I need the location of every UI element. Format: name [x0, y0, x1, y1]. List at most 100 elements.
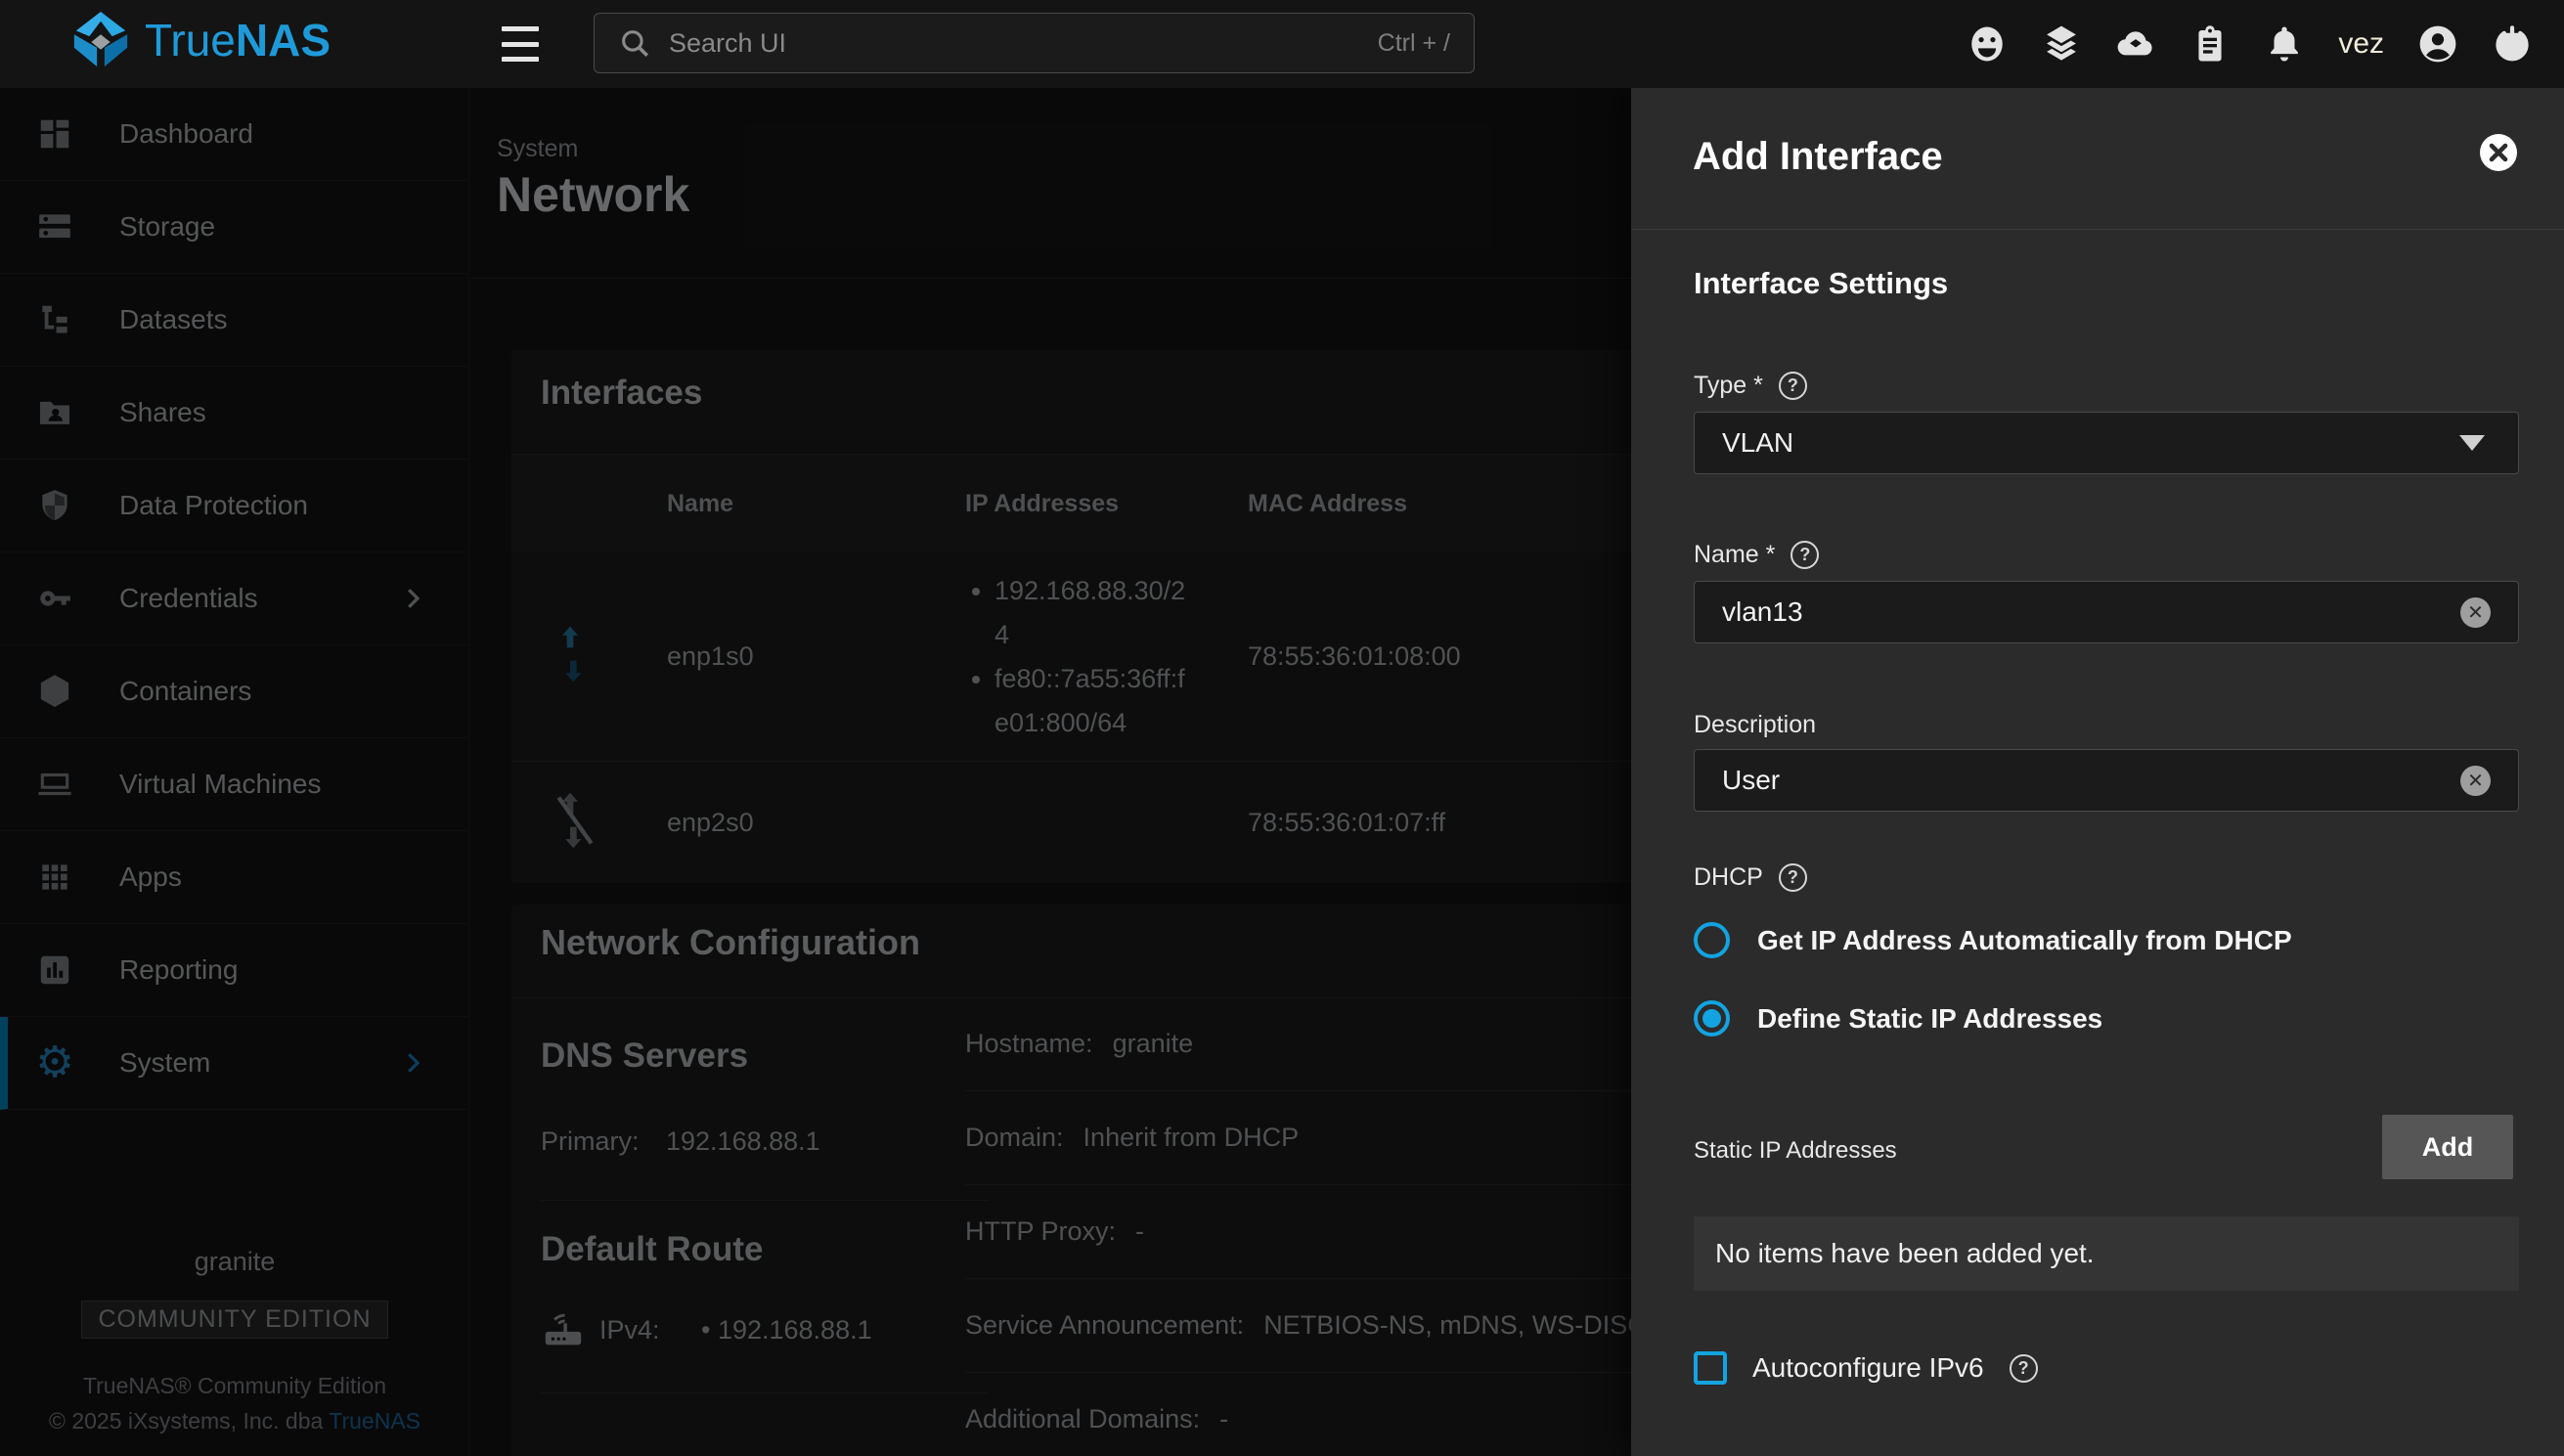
panel-title: Add Interface [1693, 135, 1943, 179]
user-avatar-icon[interactable] [2415, 22, 2460, 66]
type-help-icon[interactable]: ? [1779, 372, 1807, 400]
menu-toggle-icon[interactable] [502, 26, 545, 62]
dns-servers-heading: DNS Servers [541, 1037, 989, 1076]
dhcp-help-icon[interactable]: ? [1779, 863, 1807, 892]
storage-icon [35, 207, 74, 246]
sidebar-item-reporting[interactable]: Reporting [0, 924, 468, 1017]
static-ip-addresses-label: Static IP Addresses [1694, 1137, 1897, 1165]
name-input[interactable] [1722, 596, 2460, 628]
clear-description-icon[interactable]: ✕ [2460, 766, 2491, 796]
ipv6-help-icon[interactable]: ? [2010, 1354, 2038, 1383]
sidebar-item-virtual-machines[interactable]: Virtual Machines [0, 738, 468, 831]
page-title: Network [497, 166, 689, 223]
router-icon [541, 1306, 586, 1353]
alerts-bell-icon[interactable] [2262, 22, 2307, 66]
add-interface-panel: Add Interface Interface Settings Type * … [1631, 88, 2564, 1456]
type-select[interactable]: VLAN [1694, 412, 2519, 474]
breadcrumb[interactable]: System [497, 135, 578, 163]
sidebar-item-apps[interactable]: Apps [0, 831, 468, 924]
edition-badge: COMMUNITY EDITION [81, 1301, 387, 1339]
username-label: vez [2336, 27, 2386, 61]
truenas-logo-icon [70, 10, 131, 70]
truenas-app: TrueNAS Ctrl + / [0, 0, 2564, 1456]
truenas-connect-icon[interactable] [2113, 22, 2158, 66]
sidebar-item-credentials[interactable]: Credentials [0, 552, 468, 645]
interface-ips: 192.168.88.30/24 fe80::7a55:36ff:fe01:80… [965, 569, 1248, 745]
key-icon [35, 579, 74, 618]
description-input[interactable] [1722, 765, 2460, 796]
sidebar-item-dashboard[interactable]: Dashboard [0, 88, 468, 181]
laptop-icon [35, 765, 74, 804]
sidebar-item-data-protection[interactable]: Data Protection [0, 460, 468, 552]
power-icon[interactable] [2490, 22, 2535, 66]
sidebar-item-datasets[interactable]: Datasets [0, 274, 468, 367]
radio-icon [1694, 922, 1730, 958]
sidebar-item-containers[interactable]: Containers [0, 645, 468, 738]
type-label: Type * ? [1694, 372, 1807, 400]
truecommand-icon[interactable] [2039, 22, 2084, 66]
footer-copyright: © 2025 iXsystems, Inc. dba TrueNAS [0, 1403, 469, 1438]
jobs-icon[interactable] [2188, 22, 2232, 66]
chevron-down-icon [2459, 435, 2485, 451]
truenas-link[interactable]: TrueNAS [329, 1408, 420, 1434]
gear-icon: ⚙ [35, 1043, 74, 1082]
truenas-logo[interactable]: TrueNAS [70, 10, 331, 70]
radio-selected-icon [1694, 1000, 1730, 1037]
chevron-right-icon [398, 584, 427, 613]
radio-dhcp-auto[interactable]: Get IP Address Automatically from DHCP [1694, 922, 2292, 958]
sidebar-item-shares[interactable]: Shares [0, 367, 468, 460]
search-icon [618, 26, 651, 60]
dns-primary-row: Primary: 192.168.88.1 [541, 1126, 989, 1201]
topbar: TrueNAS Ctrl + / [0, 0, 2564, 88]
shares-folder-icon [35, 393, 74, 432]
autoconfigure-ipv6-label: Autoconfigure IPv6 [1752, 1352, 1984, 1384]
interface-mac: 78:55:36:01:08:00 [1248, 635, 1480, 679]
type-select-value: VLAN [1722, 427, 2459, 459]
autoconfigure-ipv6-row: Autoconfigure IPv6 ? [1694, 1351, 2038, 1385]
default-route-row: IPv4: • 192.168.88.1 [541, 1306, 989, 1393]
sidebar-item-storage[interactable]: Storage [0, 181, 468, 274]
topbar-actions: vez [1965, 0, 2535, 88]
interface-name: enp2s0 [667, 808, 965, 838]
name-help-icon[interactable]: ? [1790, 541, 1819, 569]
description-field-box: ✕ [1694, 749, 2519, 812]
column-name: Name [667, 490, 965, 518]
close-icon[interactable] [2479, 133, 2518, 172]
name-label: Name * ? [1694, 541, 1819, 569]
description-label: Description [1694, 711, 1816, 739]
default-route-heading: Default Route [541, 1230, 989, 1269]
radio-static-ip[interactable]: Define Static IP Addresses [1694, 1000, 2102, 1037]
chevron-right-icon [398, 1048, 427, 1078]
interface-settings-heading: Interface Settings [1694, 266, 1948, 301]
interface-mac: 78:55:36:01:07:ff [1248, 801, 1480, 845]
interface-name: enp1s0 [667, 641, 965, 672]
name-field-box: ✕ [1694, 581, 2519, 643]
cube-icon [35, 672, 74, 711]
interface-down-icon [511, 790, 667, 856]
clear-name-icon[interactable]: ✕ [2460, 597, 2491, 628]
apps-grid-icon [35, 858, 74, 897]
column-mac: MAC Address [1248, 490, 1482, 518]
sidebar-nav: Dashboard Storage Datasets Shares Data P… [0, 88, 469, 1456]
interfaces-card-title: Interfaces [541, 374, 702, 413]
search-input[interactable] [669, 28, 1378, 59]
network-config-title: Network Configuration [541, 922, 920, 963]
search-shortcut: Ctrl + / [1378, 29, 1450, 58]
dhcp-label: DHCP ? [1694, 863, 1807, 892]
global-search[interactable]: Ctrl + / [594, 13, 1475, 73]
shield-icon [35, 486, 74, 525]
feedback-icon[interactable] [1965, 22, 2010, 66]
static-ip-empty-state: No items have been added yet. [1694, 1216, 2519, 1291]
bar-chart-icon [35, 950, 74, 990]
dashboard-icon [35, 114, 74, 154]
interface-up-icon [511, 624, 667, 689]
hostname-label: granite [0, 1247, 469, 1277]
autoconfigure-ipv6-checkbox[interactable] [1694, 1351, 1727, 1385]
column-ip: IP Addresses [965, 490, 1248, 518]
sidebar-footer: granite COMMUNITY EDITION TrueNAS® Commu… [0, 1247, 469, 1456]
datasets-icon [35, 300, 74, 339]
sidebar-item-system[interactable]: ⚙ System [0, 1017, 468, 1110]
truenas-logo-text: TrueNAS [145, 14, 331, 66]
add-static-ip-button[interactable]: Add [2382, 1115, 2513, 1179]
network-config-left: DNS Servers Primary: 192.168.88.1 Defaul… [541, 997, 989, 1393]
